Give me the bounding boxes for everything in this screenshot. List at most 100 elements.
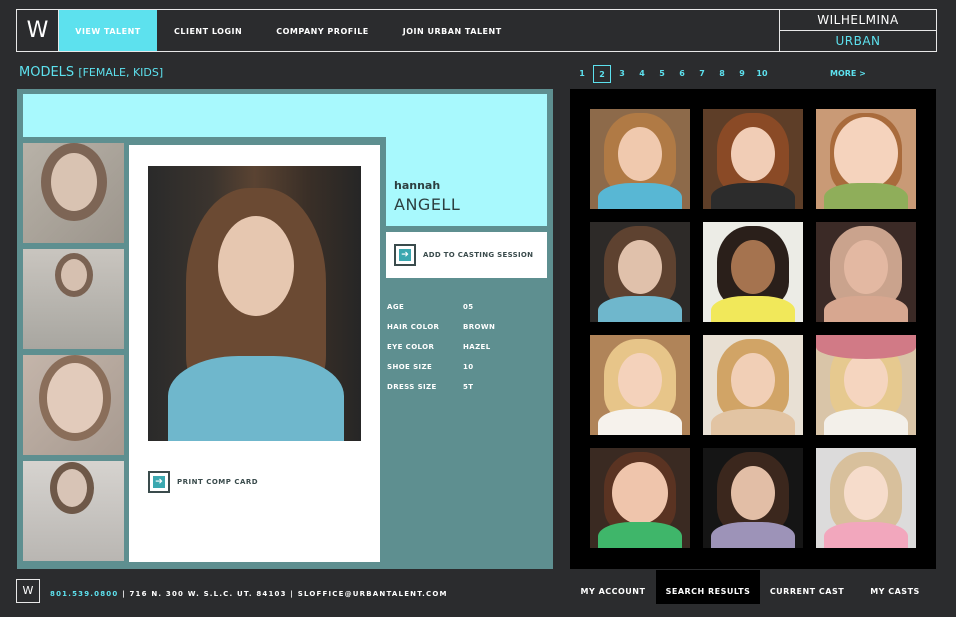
print-comp-card-label: PRINT COMP CARD bbox=[177, 478, 259, 486]
photo-shirt bbox=[711, 296, 795, 322]
profile-thumbnail[interactable] bbox=[23, 461, 124, 561]
tab-current-cast[interactable]: CURRENT CAST bbox=[760, 570, 854, 604]
add-to-casting-label: ADD TO CASTING SESSION bbox=[423, 251, 534, 259]
top-header: W view talent client login company profi… bbox=[16, 9, 937, 52]
photo-face bbox=[834, 117, 898, 189]
more-link[interactable]: MORE > bbox=[830, 69, 866, 78]
main-profile-photo[interactable] bbox=[148, 166, 361, 441]
profile-thumbnail[interactable] bbox=[23, 143, 124, 243]
page-link-9[interactable]: 9 bbox=[732, 65, 752, 83]
profile-stats: AGE 05 HAIR COLOR BROWN EYE COLOR HAZEL … bbox=[387, 297, 495, 397]
result-thumbnail[interactable] bbox=[703, 109, 803, 209]
stat-row-dress-size: DRESS SIZE 5T bbox=[387, 377, 495, 397]
stat-value: BROWN bbox=[463, 323, 496, 331]
result-thumbnail[interactable] bbox=[590, 222, 690, 322]
last-name: ANGELL bbox=[394, 195, 461, 214]
result-thumbnail[interactable] bbox=[590, 448, 690, 548]
brand-wilhelmina[interactable]: WILHELMINA bbox=[780, 10, 936, 31]
photo-shirt bbox=[711, 522, 795, 548]
result-thumbnail[interactable] bbox=[590, 109, 690, 209]
photo-face bbox=[844, 353, 888, 407]
page-link-4[interactable]: 4 bbox=[632, 65, 652, 83]
nav-company-profile[interactable]: company profile bbox=[259, 10, 386, 51]
result-thumbnail[interactable] bbox=[703, 222, 803, 322]
tab-my-account[interactable]: MY ACCOUNT bbox=[570, 570, 656, 604]
page-link-1[interactable]: 1 bbox=[572, 65, 592, 83]
thumbnail-column bbox=[23, 143, 124, 567]
section-title: MODELS [FEMALE, KIDS] bbox=[19, 65, 163, 80]
thumbnail-photo bbox=[51, 153, 97, 211]
stat-value: 5T bbox=[463, 383, 474, 391]
photo-shirt bbox=[824, 296, 908, 322]
main-photo-card: ➔ PRINT COMP CARD bbox=[129, 145, 380, 562]
photo-face bbox=[612, 462, 668, 524]
search-results-panel bbox=[570, 89, 936, 569]
photo-shirt bbox=[711, 183, 795, 209]
stat-label: SHOE SIZE bbox=[387, 363, 433, 371]
profile-top-band bbox=[23, 94, 547, 137]
bottom-tabs: MY ACCOUNT SEARCH RESULTS CURRENT CAST M… bbox=[570, 570, 936, 604]
face-shape bbox=[218, 216, 294, 316]
photo-face bbox=[731, 127, 775, 181]
name-box: hannah ANGELL bbox=[386, 137, 547, 226]
profile-thumbnail[interactable] bbox=[23, 355, 124, 455]
photo-shirt bbox=[598, 183, 682, 209]
result-thumbnail[interactable] bbox=[816, 109, 916, 209]
photo-face bbox=[618, 353, 662, 407]
nav-view-talent[interactable]: view talent bbox=[59, 10, 157, 51]
nav-join-urban-talent[interactable]: join urban talent bbox=[386, 10, 519, 51]
site-logo[interactable]: W bbox=[17, 10, 59, 51]
photo-shirt bbox=[824, 522, 908, 548]
thumbnail-photo bbox=[57, 469, 87, 507]
pagination: 1 2 3 4 5 6 7 8 9 10 bbox=[572, 65, 772, 83]
nav-client-login[interactable]: client login bbox=[157, 10, 259, 51]
stat-label: DRESS SIZE bbox=[387, 383, 437, 391]
result-thumbnail[interactable] bbox=[590, 335, 690, 435]
stat-value: 05 bbox=[463, 303, 474, 311]
result-thumbnail[interactable] bbox=[703, 335, 803, 435]
photo-shirt bbox=[824, 183, 908, 209]
thumbnail-photo bbox=[61, 259, 87, 291]
photo-shirt bbox=[598, 522, 682, 548]
arrow-icon: ➔ bbox=[148, 471, 170, 493]
page-link-8[interactable]: 8 bbox=[712, 65, 732, 83]
stat-row-age: AGE 05 bbox=[387, 297, 495, 317]
stat-value: HAZEL bbox=[463, 343, 491, 351]
stat-row-hair-color: HAIR COLOR BROWN bbox=[387, 317, 495, 337]
arrow-icon: ➔ bbox=[394, 244, 416, 266]
result-thumbnail[interactable] bbox=[816, 448, 916, 548]
page-link-10[interactable]: 10 bbox=[752, 65, 772, 83]
page-link-7[interactable]: 7 bbox=[692, 65, 712, 83]
photo-shirt bbox=[598, 409, 682, 435]
brand-urban[interactable]: URBAN bbox=[780, 31, 936, 51]
results-grid bbox=[590, 109, 916, 548]
photo-face bbox=[844, 240, 888, 294]
photo-face bbox=[844, 466, 888, 520]
stat-row-shoe-size: SHOE SIZE 10 bbox=[387, 357, 495, 377]
footer-address: | 716 N. 300 W. S.L.C. UT. 84103 | bbox=[118, 590, 298, 598]
result-thumbnail[interactable] bbox=[816, 335, 916, 435]
result-thumbnail[interactable] bbox=[703, 448, 803, 548]
page-link-3[interactable]: 3 bbox=[612, 65, 632, 83]
page-link-6[interactable]: 6 bbox=[672, 65, 692, 83]
stat-label: EYE COLOR bbox=[387, 343, 435, 351]
footer-phone: 801.539.0800 bbox=[50, 590, 119, 598]
print-comp-card-button[interactable]: ➔ PRINT COMP CARD bbox=[148, 471, 258, 493]
footer-contact: 801.539.0800 | 716 N. 300 W. S.L.C. UT. … bbox=[50, 590, 448, 598]
result-thumbnail[interactable] bbox=[816, 222, 916, 322]
page-link-5[interactable]: 5 bbox=[652, 65, 672, 83]
tab-my-casts[interactable]: MY CASTS bbox=[854, 570, 936, 604]
photo-shirt bbox=[824, 409, 908, 435]
add-to-casting-button[interactable]: ➔ ADD TO CASTING SESSION bbox=[386, 232, 547, 278]
footer-email[interactable]: SLOFFICE@URBANTALENT.COM bbox=[298, 590, 448, 598]
footer-logo[interactable]: W bbox=[16, 579, 40, 603]
shirt-shape bbox=[168, 356, 344, 441]
profile-thumbnail[interactable] bbox=[23, 249, 124, 349]
tab-search-results[interactable]: SEARCH RESULTS bbox=[656, 570, 760, 604]
photo-shirt bbox=[711, 409, 795, 435]
page-link-2[interactable]: 2 bbox=[593, 65, 611, 83]
stat-row-eye-color: EYE COLOR HAZEL bbox=[387, 337, 495, 357]
stat-label: HAIR COLOR bbox=[387, 323, 440, 331]
thumbnail-photo bbox=[47, 363, 103, 433]
hat-shape bbox=[816, 335, 916, 359]
